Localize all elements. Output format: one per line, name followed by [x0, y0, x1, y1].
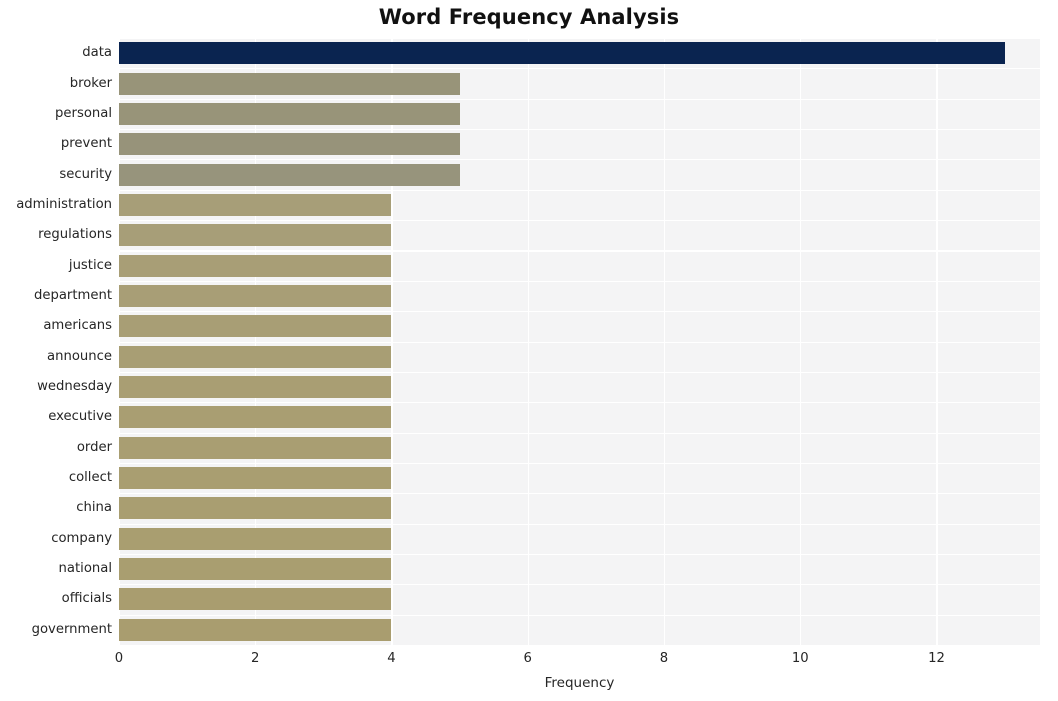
x-axis-tick-label: 4 [387, 651, 396, 666]
y-axis-tick-label: americans [43, 318, 112, 334]
y-axis-tick-label: data [82, 45, 112, 61]
x-axis-tick-label: 0 [114, 651, 124, 666]
y-axis-tick-label: justice [68, 257, 112, 273]
x-axis-tick-label: 6 [523, 651, 532, 666]
y-axis-tick-label: executive [48, 409, 112, 425]
x-axis-tick-label: 2 [251, 651, 260, 666]
x-axis-tick-label: 12 [928, 651, 945, 666]
y-axis-tick-label: company [51, 530, 112, 546]
y-axis-tick-label: china [76, 500, 112, 516]
chart-figure: Word Frequency Analysis data broker person… [0, 0, 1058, 701]
y-axis-tick-label: collect [68, 470, 112, 486]
y-axis-tick-label: wednesday [37, 379, 112, 395]
y-axis-tick-label: national [58, 561, 112, 577]
y-axis-tick-label: security [59, 166, 112, 182]
x-axis-tick-label: 8 [659, 651, 669, 666]
y-axis-tick-label: department [33, 287, 112, 303]
y-axis-tick-label: personal [55, 105, 112, 121]
x-axis-tick-label: 10 [791, 651, 809, 666]
y-axis-tick-label: officials [61, 591, 112, 607]
y-axis-tick-label: prevent [60, 136, 112, 152]
y-axis-tick-label: administration [16, 196, 112, 212]
y-axis-tick-label: regulations [38, 227, 112, 243]
y-axis-tick-label: broker [69, 75, 112, 91]
x-axis-label: Frequency [544, 675, 615, 691]
y-axis-tick-label: order [76, 439, 112, 455]
y-axis-tick-label: announce [47, 348, 112, 364]
y-axis-tick-labels: data broker personal prevent security adminis… [0, 0, 1058, 701]
y-axis-tick-label: government [31, 621, 112, 637]
